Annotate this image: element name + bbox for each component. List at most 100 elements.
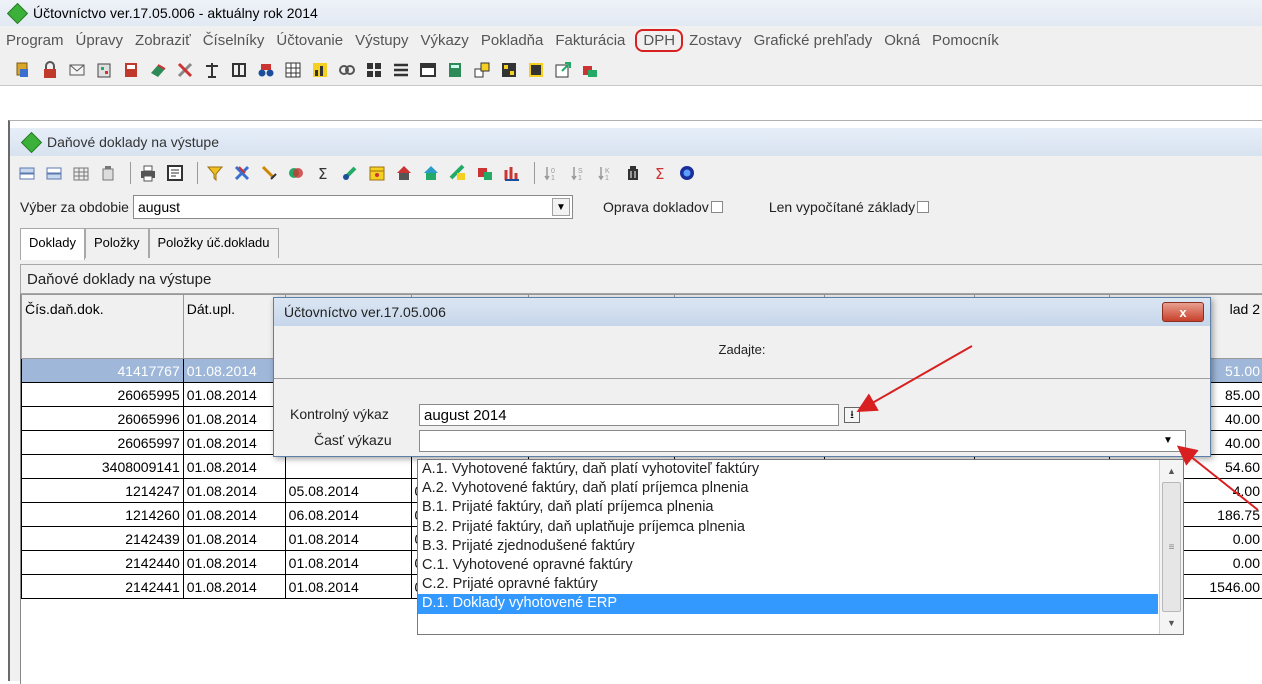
menu-upravy[interactable]: Úpravy — [72, 32, 132, 49]
menu-graficke-prehlady[interactable]: Grafické prehľady — [750, 32, 881, 49]
pen-icon[interactable] — [258, 162, 280, 184]
scroll-down-icon[interactable]: ▼ — [1162, 614, 1181, 632]
calculator-icon[interactable] — [120, 59, 142, 81]
globe-icon[interactable] — [339, 162, 361, 184]
col-header[interactable]: Dát.upl. — [183, 295, 285, 359]
table-cell[interactable]: 26065995 — [22, 383, 184, 407]
menu-dph[interactable]: DPH — [635, 29, 683, 52]
computed-checkbox[interactable] — [917, 201, 929, 213]
dropdown-option[interactable]: B.3. Prijaté zjednodušené faktúry — [418, 537, 1158, 556]
table-cell[interactable]: 01.08.2014 — [183, 431, 285, 455]
print-icon[interactable] — [137, 162, 159, 184]
table-cell[interactable]: 2142440 — [22, 551, 184, 575]
sum-icon[interactable]: Σ — [312, 162, 334, 184]
building-icon[interactable] — [93, 59, 115, 81]
kontrolny-vykaz-field[interactable]: august 2014 — [419, 404, 839, 426]
sum2-icon[interactable]: Σ — [649, 162, 671, 184]
home-icon[interactable] — [393, 162, 415, 184]
first-icon[interactable] — [16, 162, 38, 184]
book-icon[interactable] — [447, 162, 469, 184]
table-cell[interactable]: 01.08.2014 — [285, 575, 411, 599]
stats-icon[interactable] — [525, 59, 547, 81]
dropdown-arrow-icon[interactable]: ⭳ — [844, 407, 860, 423]
table-cell[interactable]: 41417767 — [22, 359, 184, 383]
table-cell[interactable]: 01.08.2014 — [183, 503, 285, 527]
binoculars-icon[interactable] — [255, 59, 277, 81]
table-cell[interactable]: 01.08.2014 — [183, 527, 285, 551]
menu-okna[interactable]: Okná — [880, 32, 928, 49]
sort3-icon[interactable]: K1 — [595, 162, 617, 184]
table-cell[interactable]: 26065996 — [22, 407, 184, 431]
menu-vystupy[interactable]: Výstupy — [351, 32, 416, 49]
table-cell[interactable] — [285, 455, 411, 479]
filter-off-icon[interactable] — [231, 162, 253, 184]
sort1-icon[interactable]: 01 — [541, 162, 563, 184]
dropdown-scrollbar[interactable]: ▲ ≡ ▼ — [1159, 460, 1183, 634]
scale-icon[interactable] — [201, 59, 223, 81]
table-cell[interactable]: 05.08.2014 — [285, 479, 411, 503]
trash-icon[interactable] — [97, 162, 119, 184]
repair-checkbox[interactable] — [711, 201, 723, 213]
menu-zostavy[interactable]: Zostavy — [685, 32, 750, 49]
envelope-icon[interactable] — [66, 59, 88, 81]
menu-fakturacia[interactable]: Fakturácia — [551, 32, 633, 49]
dropdown-option[interactable]: D.1. Doklady vyhotovené ERP — [418, 594, 1158, 613]
table-cell[interactable]: 01.08.2014 — [183, 383, 285, 407]
cards-icon[interactable] — [474, 162, 496, 184]
scroll-up-icon[interactable]: ▲ — [1162, 462, 1181, 480]
link-icon[interactable] — [336, 59, 358, 81]
chart-icon[interactable] — [309, 59, 331, 81]
tools-icon[interactable] — [174, 59, 196, 81]
table-cell[interactable]: 01.08.2014 — [183, 551, 285, 575]
table-cell[interactable]: 3408009141 — [22, 455, 184, 479]
menu-pokladna[interactable]: Pokladňa — [477, 32, 552, 49]
table-cell[interactable]: 01.08.2014 — [183, 455, 285, 479]
table-cell[interactable]: 01.08.2014 — [183, 407, 285, 431]
sort2-icon[interactable]: S1 — [568, 162, 590, 184]
cards-icon[interactable] — [579, 59, 601, 81]
preview-icon[interactable] — [164, 162, 186, 184]
calendar-icon[interactable] — [366, 162, 388, 184]
table-cell[interactable]: 01.08.2014 — [285, 527, 411, 551]
table-cell[interactable]: 2142439 — [22, 527, 184, 551]
chevron-down-icon[interactable]: ▼ — [1160, 433, 1176, 449]
period-select[interactable]: august ▼ — [133, 195, 573, 219]
dropdown-option[interactable]: B.2. Prijaté faktúry, daň uplatňuje príj… — [418, 518, 1158, 537]
dropdown-option[interactable]: B.1. Prijaté faktúry, daň platí príjemca… — [418, 498, 1158, 517]
cast-vykazu-combobox[interactable] — [419, 430, 1186, 452]
table-cell[interactable]: 1214247 — [22, 479, 184, 503]
report-icon[interactable] — [498, 59, 520, 81]
col-header[interactable]: Čís.daň.dok. — [22, 295, 184, 359]
table-cell[interactable]: 2142441 — [22, 575, 184, 599]
scroll-thumb[interactable]: ≡ — [1162, 482, 1181, 612]
network-icon[interactable] — [471, 59, 493, 81]
menu-uctovanie[interactable]: Účtovanie — [272, 32, 351, 49]
key-icon[interactable] — [12, 59, 34, 81]
ledger-icon[interactable] — [228, 59, 250, 81]
grid-icon[interactable] — [70, 162, 92, 184]
table-cell[interactable]: 01.08.2014 — [183, 575, 285, 599]
table-cell[interactable]: 01.08.2014 — [285, 551, 411, 575]
home2-icon[interactable] — [420, 162, 442, 184]
close-button[interactable]: x — [1162, 302, 1204, 322]
menu-zobrazit[interactable]: Zobraziť — [131, 32, 199, 49]
menu-pomocnik[interactable]: Pomocník — [928, 32, 1007, 49]
tab-polozky[interactable]: Položky — [85, 228, 149, 258]
filter-icon[interactable] — [204, 162, 226, 184]
table-icon[interactable] — [363, 59, 385, 81]
table-cell[interactable]: 01.08.2014 — [183, 359, 285, 383]
menu-program[interactable]: Program — [2, 32, 72, 49]
book-icon[interactable] — [147, 59, 169, 81]
copy-icon[interactable] — [285, 162, 307, 184]
table-cell[interactable]: 26065997 — [22, 431, 184, 455]
lock-icon[interactable] — [39, 59, 61, 81]
calc-icon[interactable] — [444, 59, 466, 81]
dropdown-option[interactable]: C.1. Vyhotovené opravné faktúry — [418, 556, 1158, 575]
window-icon[interactable] — [417, 59, 439, 81]
dropdown-option[interactable]: C.2. Prijaté opravné faktúry — [418, 575, 1158, 594]
dropdown-option[interactable]: A.1. Vyhotovené faktúry, daň platí vyhot… — [418, 460, 1158, 479]
export-icon[interactable] — [552, 59, 574, 81]
table-cell[interactable]: 01.08.2014 — [183, 479, 285, 503]
dropdown-option[interactable]: A.2. Vyhotovené faktúry, daň platí príje… — [418, 479, 1158, 498]
menu-ciselniky[interactable]: Číselníky — [199, 32, 273, 49]
